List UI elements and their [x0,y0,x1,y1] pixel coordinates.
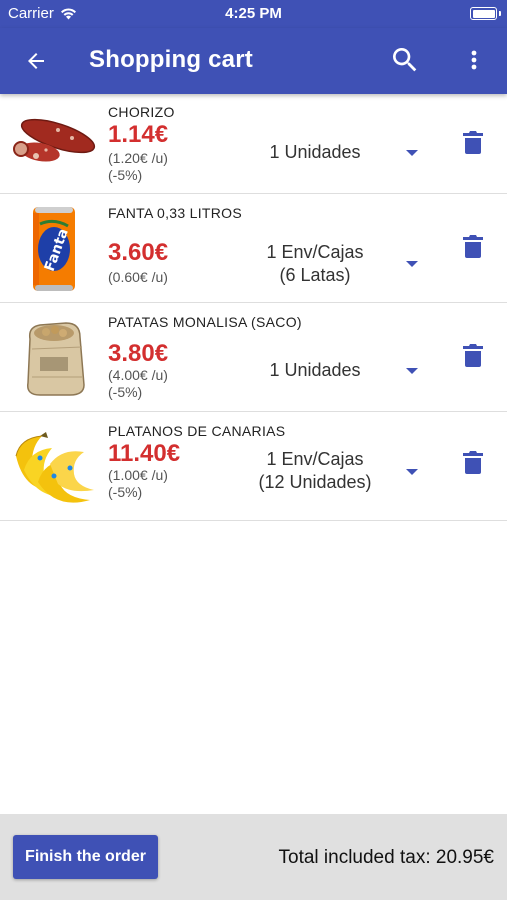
delete-button[interactable] [458,128,488,158]
chorizo-image [10,114,98,169]
search-button[interactable] [388,43,422,77]
item-price: 3.80€ [108,340,169,367]
app-bar: Shopping cart [0,28,507,94]
quantity-sub-label: (6 Latas) [279,265,351,285]
trash-icon [463,451,483,474]
caret-down-icon [406,261,418,267]
search-icon [393,48,417,72]
quantity-selector[interactable]: 1 Unidades [238,359,392,382]
potato-sack-image [10,319,98,397]
delete-button[interactable] [458,341,488,371]
quantity-selector[interactable]: 1 Unidades [238,141,392,164]
item-discount: (-5%) [108,484,143,500]
arrow-left-icon [28,53,44,69]
caret-down-icon [406,150,418,156]
back-button[interactable] [20,45,52,77]
trash-icon [463,131,483,154]
clock: 4:25 PM [225,5,282,22]
trash-icon [463,344,483,367]
caret-down-icon [406,469,418,475]
quantity-selector[interactable]: 1 Env/Cajas (6 Latas) [238,241,392,287]
cart-list: CHORIZO 1.14€ (1.20€ /u) (-5%) 1 Unidade… [0,94,507,521]
bananas-image [10,428,98,508]
item-price: 11.40€ [108,440,181,467]
item-unit-price: (4.00€ /u) [108,367,168,383]
delete-button[interactable] [458,448,488,478]
more-vertical-icon [471,50,477,70]
quantity-label: 1 Unidades [269,360,361,380]
finish-order-button[interactable]: Finish the order [13,835,158,879]
quantity-label: 1 Unidades [269,142,361,162]
quantity-label: 1 Env/Cajas [266,242,364,262]
item-name: PLATANOS DE CANARIAS [108,423,286,439]
item-price: 3.60€ [108,239,169,266]
battery-icon [470,7,501,20]
fanta-can-image: Fanta [10,204,98,292]
item-discount: (-5%) [108,167,143,183]
page-title: Shopping cart [89,46,253,73]
more-options-button[interactable] [460,44,488,76]
item-name: FANTA 0,33 LITROS [108,205,242,221]
cart-footer: Finish the order Total included tax: 20.… [0,814,507,900]
cart-item: Fanta FANTA 0,33 LITROS 3.60€ (0.60€ /u)… [0,194,507,303]
item-discount: (-5%) [108,384,143,400]
delete-button[interactable] [458,232,488,262]
quantity-sub-label: (12 Unidades) [258,472,372,492]
trash-icon [463,235,483,258]
item-name: CHORIZO [108,104,175,120]
item-unit-price: (1.20€ /u) [108,150,168,166]
item-name: PATATAS MONALISA (SACO) [108,314,302,330]
quantity-label: 1 Env/Cajas [266,449,364,469]
quantity-selector[interactable]: 1 Env/Cajas (12 Unidades) [238,448,392,494]
status-bar: Carrier 4:25 PM [0,0,507,28]
item-price: 1.14€ [108,121,169,148]
item-unit-price: (0.60€ /u) [108,269,168,285]
item-unit-price: (1.00€ /u) [108,467,168,483]
cart-item: CHORIZO 1.14€ (1.20€ /u) (-5%) 1 Unidade… [0,94,507,194]
quantity-dropdown-button[interactable] [402,365,422,377]
order-total: Total included tax: 20.95€ [278,847,495,868]
cart-item: PLATANOS DE CANARIAS 11.40€ (1.00€ /u) (… [0,412,507,521]
cart-item: PATATAS MONALISA (SACO) 3.80€ (4.00€ /u)… [0,303,507,412]
quantity-dropdown-button[interactable] [402,466,422,478]
quantity-dropdown-button[interactable] [402,147,422,159]
quantity-dropdown-button[interactable] [402,258,422,270]
caret-down-icon [406,368,418,374]
